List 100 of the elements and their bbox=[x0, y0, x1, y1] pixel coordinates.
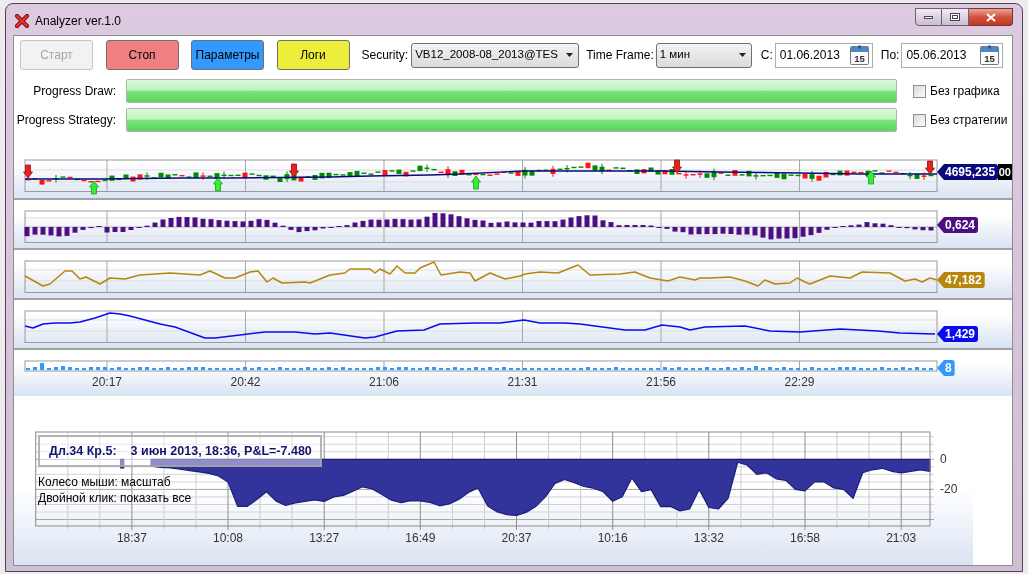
time-frame-dropdown[interactable]: 1 мин bbox=[655, 42, 752, 68]
x-axis-label: 16:58 bbox=[790, 531, 820, 545]
volume-bar bbox=[614, 367, 618, 370]
volume-bar bbox=[838, 367, 842, 370]
volume-bar bbox=[166, 367, 170, 370]
volume-bar bbox=[327, 367, 331, 370]
down-arrow-icon bbox=[672, 159, 682, 174]
volume-bar bbox=[243, 367, 247, 370]
volume-bar bbox=[782, 367, 786, 370]
close-button[interactable] bbox=[969, 8, 1013, 26]
volume-bar bbox=[915, 367, 919, 370]
volume-bar bbox=[425, 367, 429, 370]
date-field[interactable]: 05.06.2013 15 bbox=[901, 42, 1004, 68]
down-arrow-icon bbox=[289, 163, 299, 178]
x-axis-label: 10:16 bbox=[597, 531, 628, 545]
cross-icon bbox=[15, 14, 29, 28]
field-label: Security: bbox=[361, 47, 409, 64]
value-label: 8 bbox=[937, 360, 955, 376]
volume-bar bbox=[502, 367, 506, 370]
volume-bar bbox=[306, 367, 310, 370]
maximize-icon bbox=[950, 13, 960, 21]
trade-details: 3 июн 2013, 18:36, P&L=-7.480 bbox=[130, 442, 312, 460]
date-field[interactable]: 01.06.2013 15 bbox=[774, 42, 873, 68]
volume-bar bbox=[397, 367, 401, 370]
x-axis-label: 20:37 bbox=[501, 531, 532, 545]
volume-bar bbox=[61, 366, 65, 370]
down-arrow-icon bbox=[925, 160, 935, 175]
volume-bar bbox=[68, 367, 72, 370]
volume-bar bbox=[901, 367, 905, 370]
volume-bar bbox=[754, 366, 758, 370]
up-arrow-icon bbox=[89, 180, 99, 195]
security-dropdown[interactable]: VB12_2008-08_2013@TES bbox=[411, 42, 580, 68]
volume-bar bbox=[138, 367, 142, 370]
volume-bar bbox=[705, 367, 709, 370]
close-icon bbox=[985, 12, 996, 22]
volume-bar bbox=[586, 367, 590, 370]
time-label: 20:42 bbox=[230, 375, 261, 389]
parameters-button[interactable]: Параметры bbox=[191, 40, 264, 70]
calendar-icon[interactable]: 15 bbox=[980, 45, 1000, 65]
maximize-button[interactable] bbox=[942, 8, 969, 26]
hint-text: Двойной клик: показать все bbox=[38, 490, 192, 506]
field-label: С: bbox=[760, 47, 773, 64]
volume-bar bbox=[257, 367, 261, 370]
value-label: 00 bbox=[998, 164, 1012, 180]
x-axis-label: 13:27 bbox=[309, 531, 340, 545]
volume-bar bbox=[201, 367, 205, 370]
checkbox-label: Без графика bbox=[930, 83, 1000, 100]
volume-bar bbox=[194, 367, 198, 370]
progress-label: Progress Draw: bbox=[32, 83, 116, 100]
up-arrow-icon bbox=[471, 175, 481, 190]
checkbox[interactable] bbox=[913, 84, 926, 98]
volume-bar bbox=[488, 367, 492, 370]
volume-bar bbox=[89, 367, 93, 370]
volume-bar bbox=[677, 367, 681, 370]
volume-bar bbox=[33, 367, 37, 370]
time-label: 20:17 bbox=[92, 375, 122, 389]
volume-bar bbox=[474, 367, 478, 370]
time-label: 21:56 bbox=[646, 375, 676, 389]
stop-button[interactable]: Стоп bbox=[105, 40, 179, 70]
volume-bar bbox=[145, 367, 149, 370]
minimize-button[interactable] bbox=[915, 8, 942, 26]
x-axis-label: 18:37 bbox=[116, 531, 147, 545]
logs-button[interactable]: Логи bbox=[276, 40, 350, 70]
volume-bar bbox=[404, 367, 408, 370]
volume-bar bbox=[880, 367, 884, 370]
caret-icon bbox=[566, 53, 574, 57]
time-label: 22:29 bbox=[784, 375, 815, 389]
hint-text: Колесо мыши: масштаб bbox=[38, 474, 172, 490]
volume-bar bbox=[663, 367, 667, 370]
volume-bar bbox=[845, 367, 849, 370]
caret-icon bbox=[738, 53, 746, 57]
volume-bar bbox=[40, 363, 44, 370]
down-arrow-icon bbox=[23, 164, 33, 179]
checkbox-label: Без стратегии bbox=[930, 112, 1008, 129]
progress-label: Progress Strategy: bbox=[15, 112, 116, 129]
x-axis-label: 13:32 bbox=[693, 531, 724, 545]
field-label: По: bbox=[880, 47, 900, 64]
value-label: 47,182 bbox=[937, 272, 985, 288]
volume-bar bbox=[768, 367, 772, 370]
volume-bar bbox=[103, 367, 107, 370]
volume-bar bbox=[278, 367, 282, 370]
up-arrow-icon bbox=[866, 170, 876, 185]
volume-bar bbox=[54, 367, 58, 370]
window-title: Analyzer ver.1.0 bbox=[35, 14, 122, 28]
y-axis-label: 0 bbox=[940, 452, 947, 467]
checkbox[interactable] bbox=[913, 113, 926, 127]
volume-bar bbox=[376, 367, 380, 370]
minimize-icon bbox=[924, 15, 933, 19]
volume-bar bbox=[341, 367, 345, 370]
calendar-icon[interactable]: 15 bbox=[849, 45, 869, 65]
value-label: 0,624 bbox=[937, 217, 979, 233]
time-label: 21:31 bbox=[507, 375, 538, 389]
volume-bar bbox=[810, 367, 814, 370]
x-axis-label: 16:49 bbox=[405, 531, 436, 545]
time-label: 21:06 bbox=[369, 375, 399, 389]
value-label: 4695,235 bbox=[937, 164, 999, 180]
x-axis-label: 10:08 bbox=[213, 531, 243, 545]
volume-bar bbox=[383, 367, 387, 370]
volume-bar bbox=[740, 367, 744, 370]
volume-bar bbox=[187, 367, 191, 370]
